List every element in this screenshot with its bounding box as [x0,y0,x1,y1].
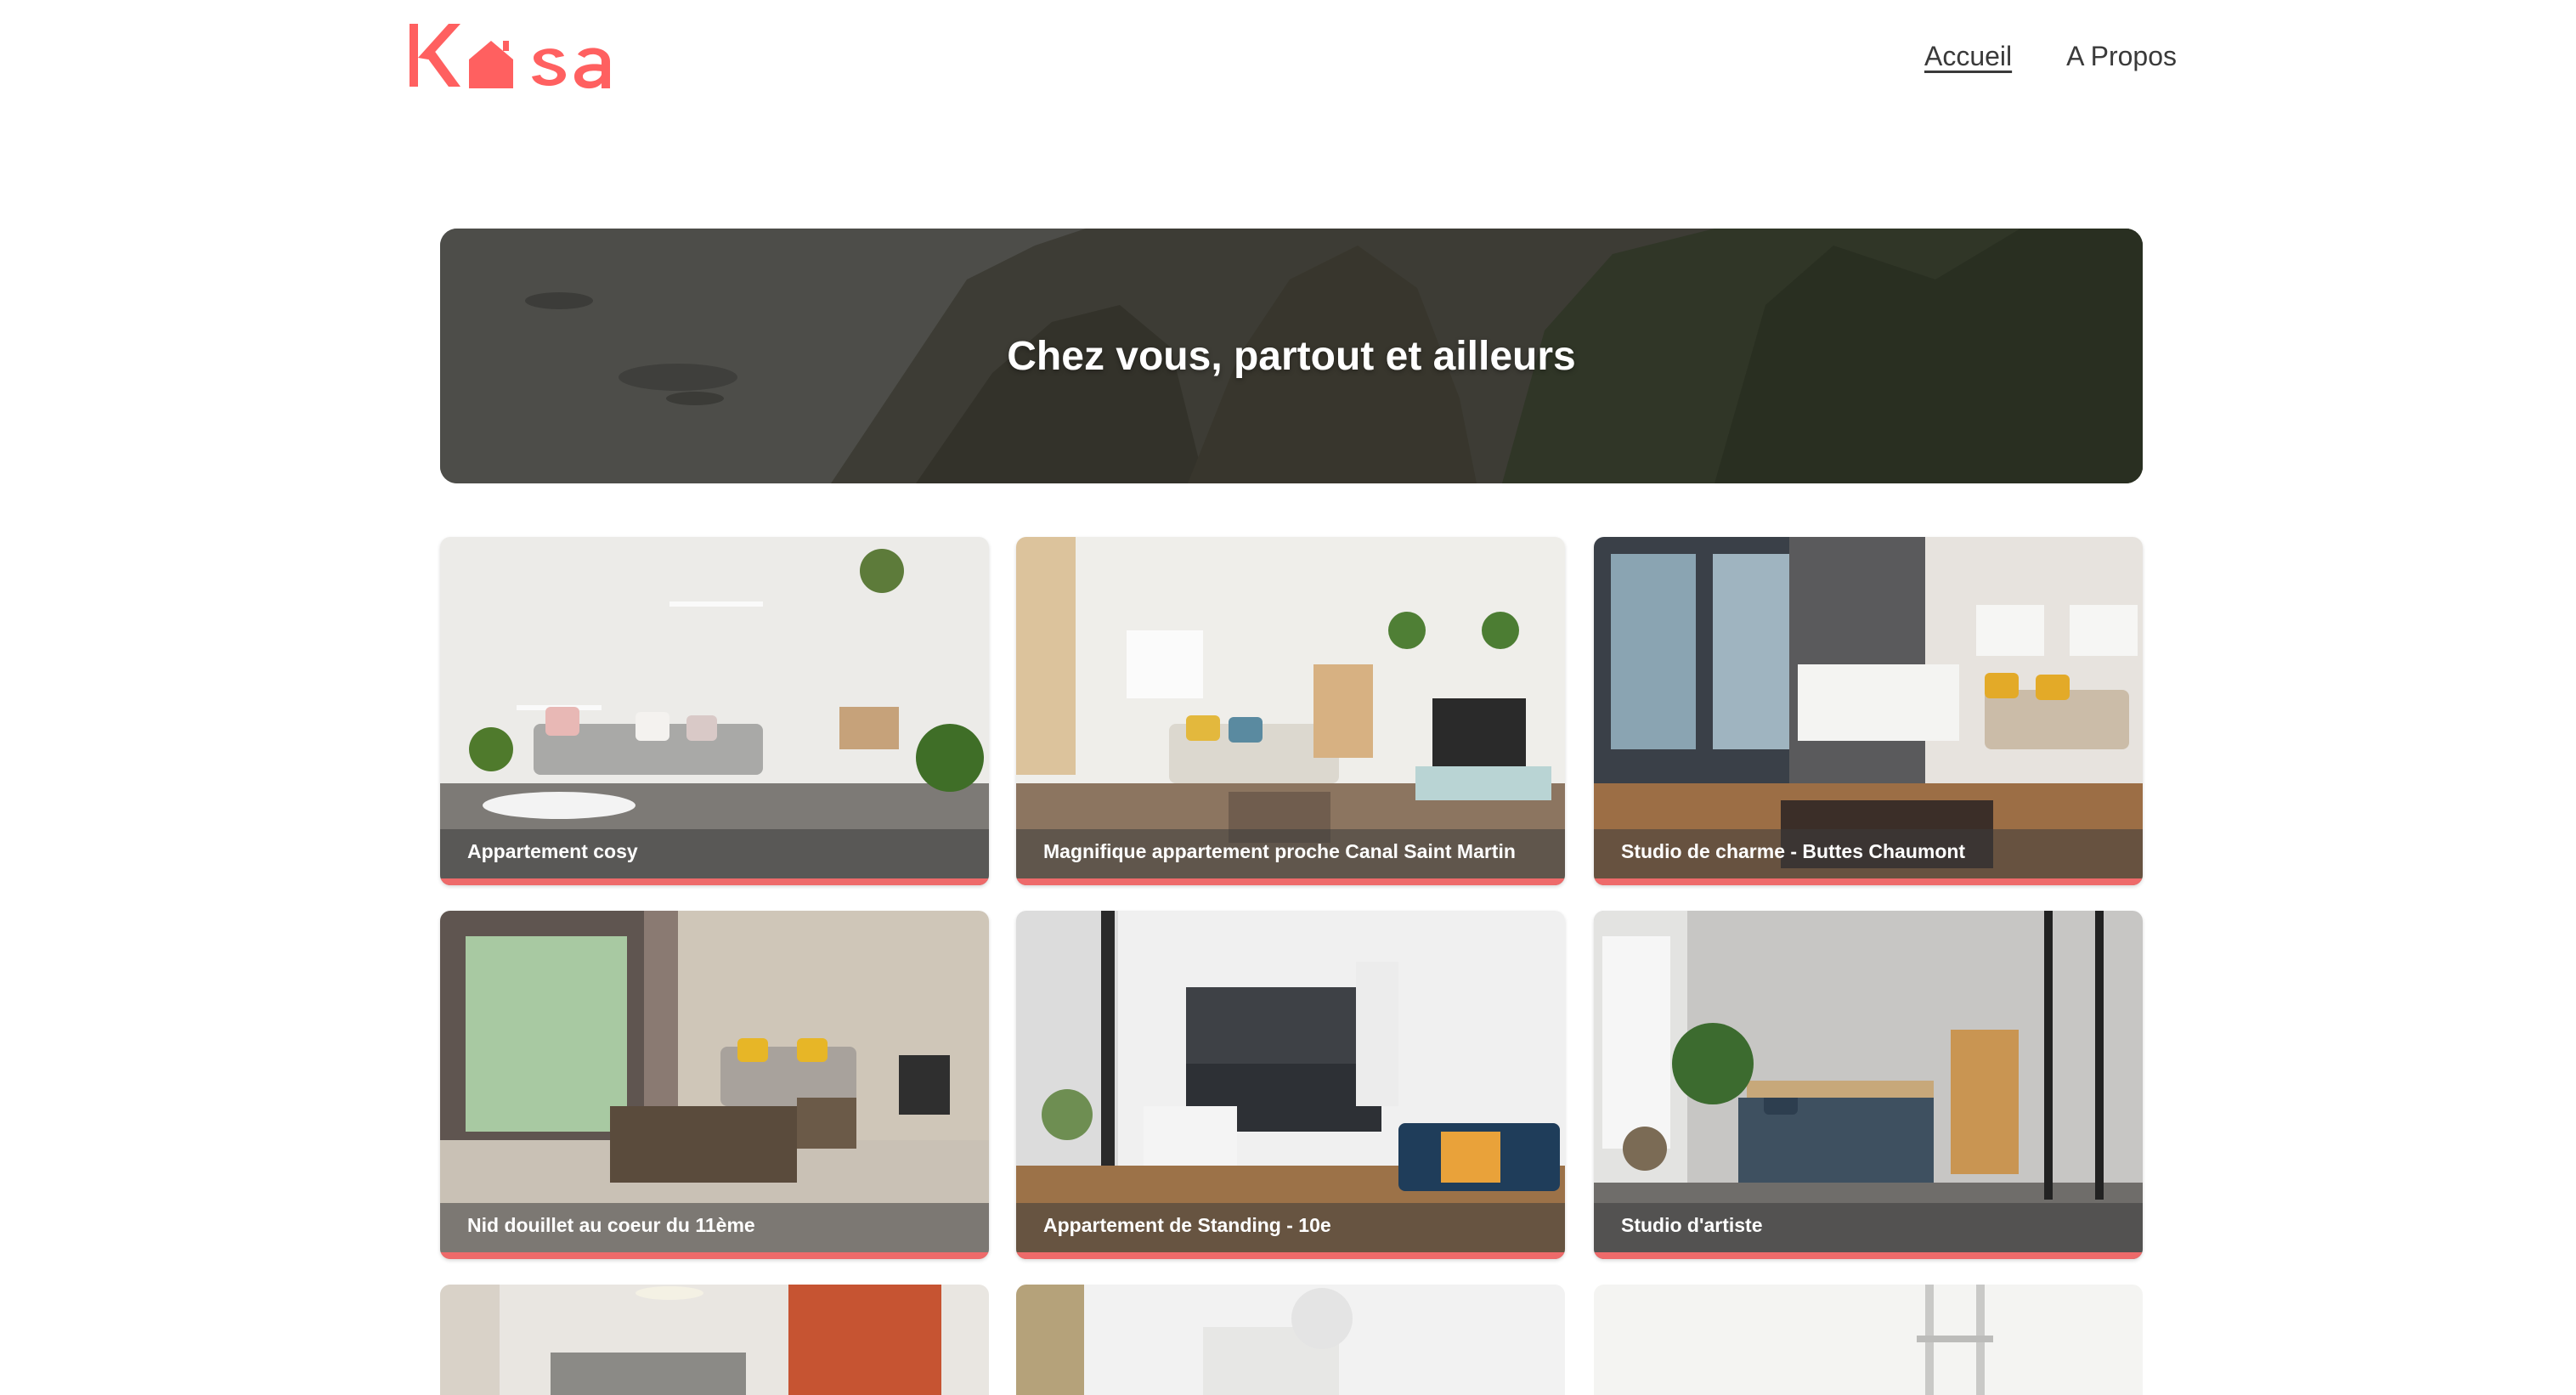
listing-photo [440,1285,989,1395]
listing-card[interactable] [1016,1285,1565,1395]
listing-card[interactable] [440,1285,989,1395]
listing-accent-bar [1016,1252,1565,1259]
listing-accent-bar [440,1252,989,1259]
listing-card[interactable]: Studio d'artiste [1594,911,2143,1259]
listing-accent-bar [1594,878,2143,885]
listing-photo [1594,1285,2143,1395]
listing-accent-bar [440,878,989,885]
hero-banner: Chez vous, partout et ailleurs [440,229,2143,483]
listing-title: Studio de charme - Buttes Chaumont [1594,829,2143,878]
listing-photo [1016,1285,1565,1395]
listing-title: Appartement cosy [440,829,989,878]
listing-title: Appartement de Standing - 10e [1016,1203,1565,1252]
listing-card[interactable]: Studio de charme - Buttes Chaumont [1594,537,2143,885]
listing-title: Nid douillet au coeur du 11ème [440,1203,989,1252]
listing-accent-bar [1016,878,1565,885]
listing-title: Magnifique appartement proche Canal Sain… [1016,829,1565,878]
listing-title: Studio d'artiste [1594,1203,2143,1252]
listing-card[interactable]: Appartement de Standing - 10e [1016,911,1565,1259]
main-nav: Accueil A Propos [1924,41,2177,72]
listing-card[interactable]: Appartement cosy [440,537,989,885]
kasa-logo[interactable] [410,20,627,93]
listing-card[interactable]: Magnifique appartement proche Canal Sain… [1016,537,1565,885]
page: Accueil A Propos Chez vous, partout et a… [0,0,2576,1395]
nav-link-a-propos[interactable]: A Propos [2066,41,2177,72]
listing-card[interactable] [1594,1285,2143,1395]
listing-card[interactable]: Nid douillet au coeur du 11ème [440,911,989,1259]
listing-accent-bar [1594,1252,2143,1259]
banner-title: Chez vous, partout et ailleurs [1007,333,1576,379]
nav-link-accueil[interactable]: Accueil [1924,41,2012,72]
